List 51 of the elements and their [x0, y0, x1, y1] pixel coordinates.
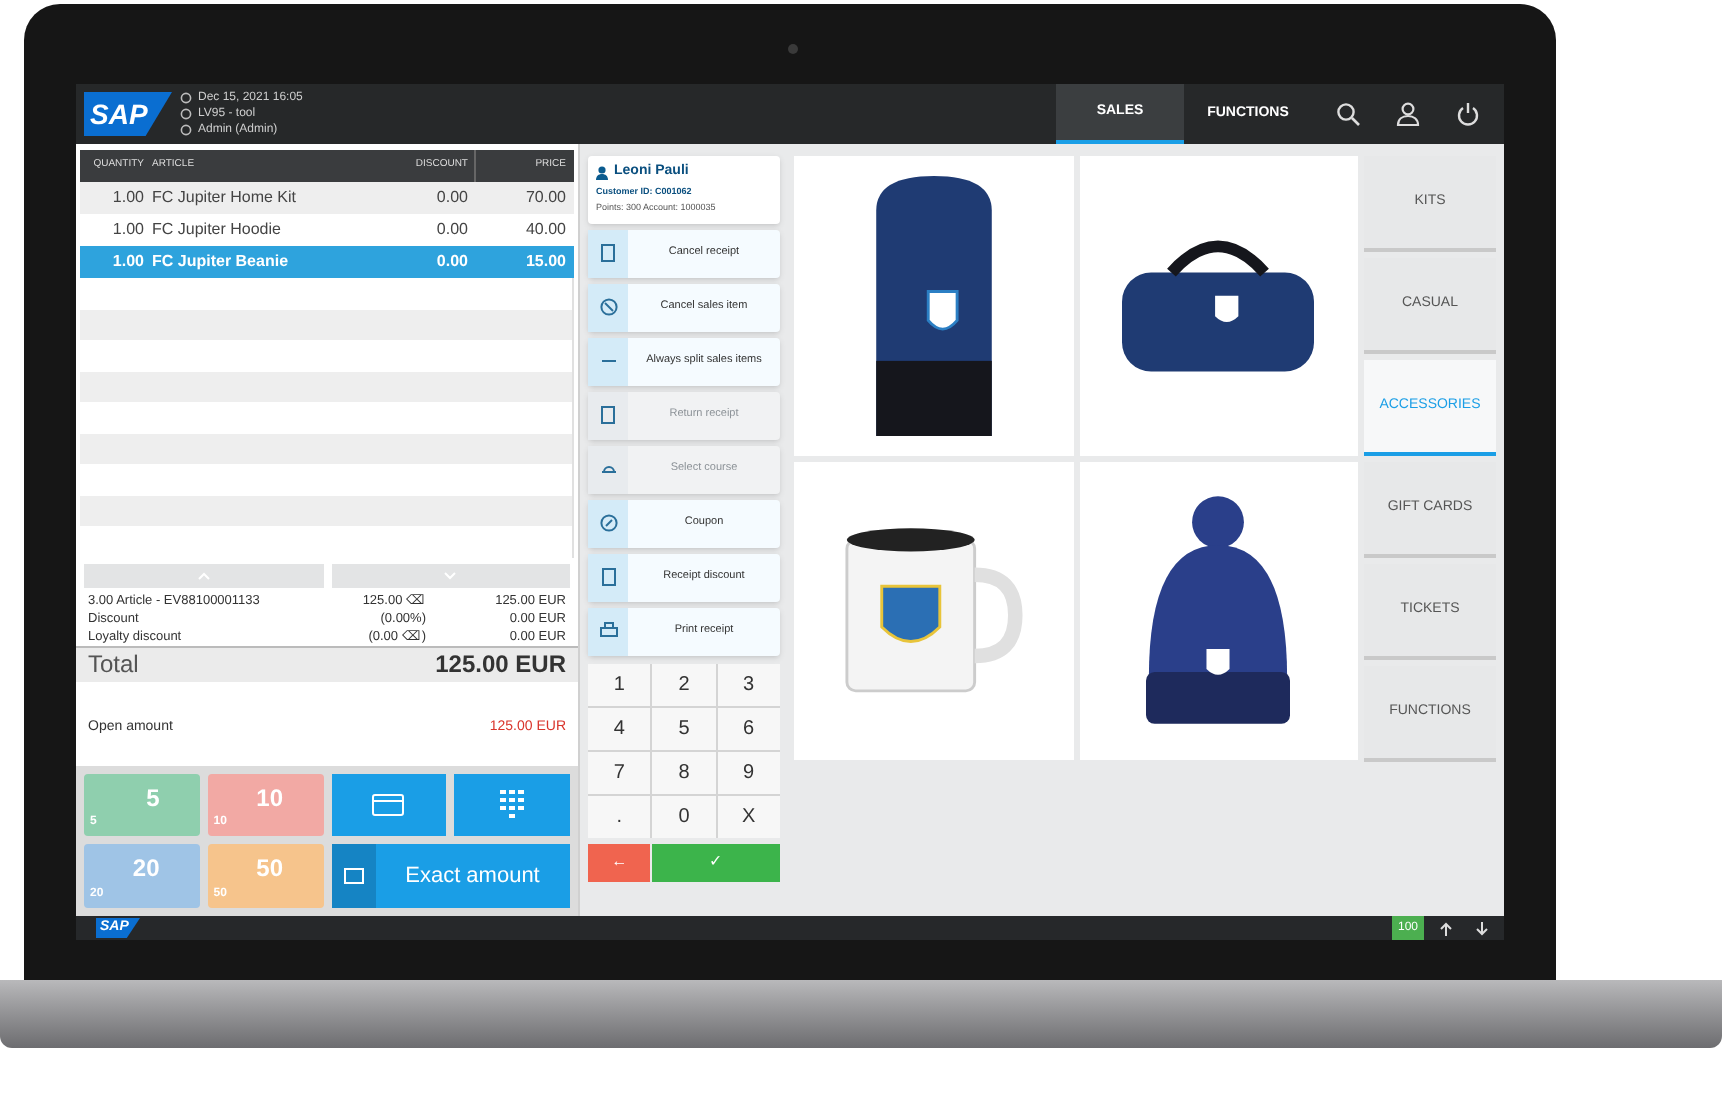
- keypad-key[interactable]: 6: [717, 707, 780, 749]
- table-cell-text: 40.00: [523, 218, 568, 242]
- arrow-up-icon[interactable]: [1440, 921, 1452, 935]
- total-label: Total: [88, 648, 141, 682]
- keypad-key[interactable]: 9: [717, 751, 780, 793]
- power-icon[interactable]: [1456, 102, 1480, 126]
- banknote-value: 5: [146, 781, 160, 815]
- product-tile[interactable]: [794, 156, 1073, 455]
- banknote-value: 10: [256, 781, 283, 815]
- table-cell-text: 1.00: [110, 186, 146, 210]
- cash-icon: [343, 868, 363, 885]
- product-tile[interactable]: [1079, 461, 1358, 760]
- coupon-icon: [599, 514, 617, 532]
- keypad-key[interactable]: 8: [652, 751, 716, 793]
- table-cell-text: 70.00: [523, 186, 568, 210]
- table-cell-text: 15.00: [523, 250, 568, 274]
- banknote-value: 50: [256, 852, 283, 887]
- keypad-button[interactable]: [454, 773, 570, 837]
- table-cell-text: 0.00: [434, 186, 470, 210]
- keypad-key[interactable]: .: [588, 795, 651, 837]
- keypad-key[interactable]: 7: [588, 751, 651, 793]
- keypad-key[interactable]: 5: [652, 707, 716, 749]
- keypad-key[interactable]: 4: [588, 707, 651, 749]
- table-cell-text: 1.00: [110, 250, 146, 274]
- total-amount: 125.00 EUR: [435, 648, 566, 682]
- tray-icon: [599, 460, 617, 478]
- table-cell-text: FC Jupiter Beanie: [152, 250, 291, 274]
- product-tile[interactable]: [1079, 156, 1358, 455]
- table-cell-text: 0.00: [434, 250, 470, 274]
- search-icon[interactable]: [1336, 102, 1360, 126]
- credit-card-icon: [372, 793, 405, 816]
- cancel-circle-icon: [599, 298, 617, 316]
- table-row[interactable]: 1.00 FC Jupiter Home Kit 0.00 70.00: [80, 182, 574, 214]
- banknote-value: 20: [132, 852, 160, 887]
- keypad-icon: [500, 790, 525, 819]
- product-tile[interactable]: [794, 461, 1073, 760]
- table-cell-text: FC Jupiter Home Kit: [152, 186, 299, 210]
- keypad-key[interactable]: X: [717, 795, 780, 837]
- arrow-down-icon[interactable]: [1476, 921, 1488, 935]
- camera-icon: [788, 44, 798, 54]
- keypad-key[interactable]: 1: [588, 663, 651, 705]
- person-icon: [596, 165, 608, 180]
- keypad-key[interactable]: 3: [717, 663, 780, 705]
- table-cell-text: 1.00: [110, 218, 146, 242]
- card-payment-button[interactable]: [331, 773, 447, 837]
- keypad-key[interactable]: 2: [652, 663, 716, 705]
- sap-logo: SAP: [84, 92, 172, 136]
- printer-icon: [599, 622, 617, 640]
- table-cell-text: 0.00: [434, 218, 470, 242]
- keypad-key[interactable]: 0: [652, 795, 716, 837]
- table-cell-text: FC Jupiter Hoodie: [152, 218, 283, 242]
